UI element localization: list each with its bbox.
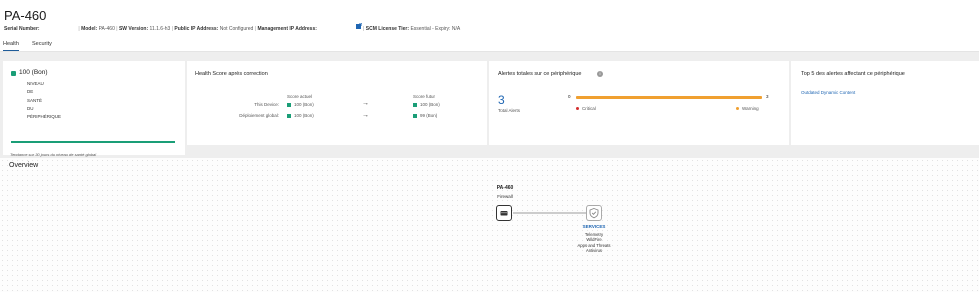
firewall-node[interactable]	[496, 205, 512, 221]
services-title[interactable]: SERVICES	[570, 224, 618, 229]
firewall-icon	[500, 211, 508, 216]
topology-connector	[513, 212, 586, 214]
service-item: Antivirus	[585, 247, 603, 253]
device-node-name: PA-460	[496, 185, 514, 191]
shield-icon	[589, 208, 599, 219]
services-node[interactable]	[586, 205, 602, 221]
services-list: Telemetry WildFire Apps and Threats Anti…	[560, 232, 628, 253]
device-node-type: Firewall	[497, 193, 513, 199]
